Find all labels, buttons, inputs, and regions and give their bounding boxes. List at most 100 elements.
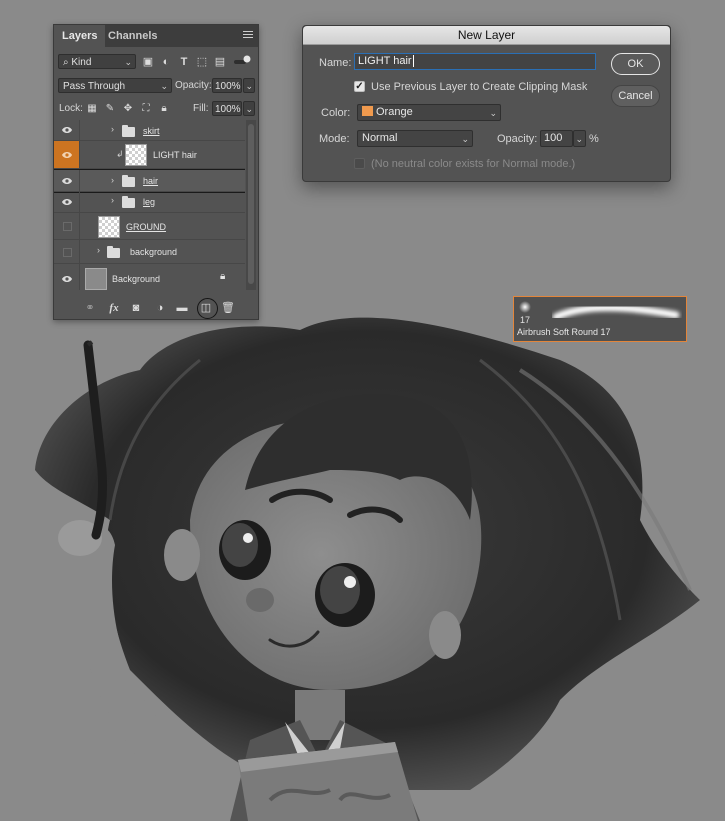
name-label: Name:: [319, 57, 352, 69]
chevron-down-icon: ⌄: [461, 134, 469, 144]
brush-preset-preview[interactable]: 17 Airbrush Soft Round 17: [513, 296, 687, 342]
chevron-right-icon[interactable]: ›: [111, 195, 114, 205]
layers-scrollbar[interactable]: [246, 120, 256, 290]
shape-filter-icon[interactable]: ⬚: [195, 55, 209, 69]
tab-layers[interactable]: Layers: [54, 25, 106, 47]
layers-list: › skirt ↲ LIGHT hair › hair › leg GROUND…: [54, 120, 245, 290]
visibility-toggle[interactable]: [54, 192, 80, 212]
panel-menu-icon[interactable]: [243, 31, 253, 39]
tab-channels[interactable]: Channels: [100, 25, 166, 47]
layer-row-skirt[interactable]: › skirt: [54, 120, 245, 141]
brush-name: Airbrush Soft Round 17: [517, 327, 611, 337]
layer-name-input[interactable]: LIGHT hair: [354, 53, 596, 70]
opacity-input[interactable]: 100: [540, 130, 573, 147]
clipping-mask-label: Use Previous Layer to Create Clipping Ma…: [371, 81, 588, 93]
lock-all-icon[interactable]: 🔒︎: [157, 102, 171, 116]
adjustment-filter-icon[interactable]: ◐: [159, 55, 173, 69]
chevron-right-icon[interactable]: ›: [111, 124, 114, 134]
visibility-toggle[interactable]: [54, 264, 80, 290]
visibility-toggle[interactable]: [54, 170, 80, 191]
pixel-filter-icon[interactable]: ▣: [141, 55, 155, 69]
eye-icon: [62, 276, 72, 282]
opacity-dropdown-button[interactable]: ⌄: [573, 130, 586, 147]
chevron-right-icon[interactable]: ›: [97, 245, 100, 255]
layer-name: leg: [143, 197, 156, 207]
lock-icon: 🔒︎: [220, 271, 226, 282]
ok-button[interactable]: OK: [611, 53, 660, 75]
color-value: Orange: [376, 106, 413, 118]
layer-row-background[interactable]: Background 🔒︎: [54, 264, 245, 290]
new-group-folder-icon[interactable]: ▬: [175, 301, 189, 315]
cancel-button[interactable]: Cancel: [611, 85, 660, 107]
layers-panel-footer: ⚭ fx ◙ ◑ ▬ ◫ 🗑︎: [54, 297, 258, 319]
lock-artboard-icon[interactable]: ⛶: [139, 102, 153, 116]
neutral-color-checkbox[interactable]: [354, 158, 365, 169]
search-icon: ⌕: [63, 57, 69, 68]
folder-icon: [122, 175, 135, 187]
blend-mode-select[interactable]: Pass Through ⌄: [58, 78, 172, 93]
visibility-toggle[interactable]: [54, 213, 80, 239]
new-layer-dialog: New Layer Name: LIGHT hair ✓ Use Previou…: [302, 25, 671, 182]
eye-icon: [62, 199, 72, 205]
folder-icon: [107, 246, 120, 258]
chevron-down-icon: ⌄: [575, 134, 583, 144]
filter-kind-select[interactable]: ⌕ Kind ⌄: [58, 54, 136, 69]
scrollbar-thumb[interactable]: [248, 124, 254, 284]
layer-name: skirt: [143, 126, 160, 136]
add-mask-icon[interactable]: ◙: [129, 301, 143, 315]
lock-label: Lock:: [59, 103, 83, 114]
layer-style-fx-icon[interactable]: fx: [107, 301, 121, 315]
fill-input[interactable]: 100%: [212, 101, 242, 116]
chevron-down-icon: ⌄: [160, 81, 168, 91]
clipping-mask-checkbox[interactable]: ✓: [354, 81, 365, 92]
mode-select[interactable]: Normal ⌄: [357, 130, 473, 147]
folder-icon: [122, 196, 135, 208]
visibility-toggle[interactable]: [54, 240, 80, 263]
fill-label: Fill:: [193, 103, 209, 114]
trash-icon[interactable]: 🗑︎: [221, 301, 235, 315]
layer-name: LIGHT hair: [153, 150, 197, 160]
panel-tab-bar: Layers Channels: [54, 25, 258, 47]
color-select[interactable]: Orange ⌄: [357, 104, 501, 121]
visibility-toggle[interactable]: [54, 120, 80, 140]
layer-thumbnail: [85, 268, 107, 290]
layer-name: Background: [112, 274, 161, 284]
mode-value: Normal: [362, 132, 398, 144]
layer-row-hair[interactable]: › hair: [54, 169, 245, 193]
chevron-down-icon: ⌄: [124, 57, 132, 67]
chevron-right-icon[interactable]: ›: [111, 175, 114, 185]
layer-thumbnail: [98, 216, 120, 238]
layer-row-background-group[interactable]: › background: [54, 240, 245, 264]
brush-size: 17: [520, 315, 531, 325]
lock-transparent-icon[interactable]: ▦: [85, 102, 99, 116]
neutral-color-label: (No neutral color exists for Normal mode…: [371, 158, 576, 170]
lock-paint-brush-icon[interactable]: ✎: [103, 102, 117, 116]
opacity-input[interactable]: 100%: [212, 78, 242, 93]
layers-panel: Layers Channels ⌕ Kind ⌄ ▣ ◐ T ⬚ ▤ Pass …: [53, 24, 259, 320]
visibility-toggle[interactable]: [54, 141, 80, 168]
lock-position-move-icon[interactable]: ✥: [121, 102, 135, 116]
eye-icon: [62, 127, 72, 133]
opacity-unit: %: [589, 133, 599, 145]
opacity-label: Opacity:: [497, 133, 538, 145]
hidden-visibility-icon: [63, 222, 72, 231]
type-filter-icon[interactable]: T: [177, 55, 191, 69]
link-layers-icon[interactable]: ⚭: [83, 301, 97, 315]
fill-dropdown-button[interactable]: ⌄: [243, 101, 255, 116]
filter-toggle-icon[interactable]: [232, 55, 252, 69]
chevron-down-icon: ⌄: [245, 81, 253, 91]
layer-row-leg[interactable]: › leg: [54, 192, 245, 213]
brush-tip-icon: [519, 301, 531, 313]
brush-stroke-preview: [552, 304, 680, 321]
layer-row-light-hair[interactable]: ↲ LIGHT hair: [54, 141, 245, 169]
opacity-label: Opacity:: [175, 80, 212, 91]
eye-icon: [62, 177, 72, 184]
smart-object-filter-icon[interactable]: ▤: [213, 55, 227, 69]
layer-row-ground[interactable]: GROUND: [54, 213, 245, 240]
orange-color-swatch: [362, 106, 373, 116]
new-adjustment-layer-icon[interactable]: ◑: [153, 301, 167, 315]
opacity-dropdown-button[interactable]: ⌄: [243, 78, 255, 93]
color-label: Color:: [321, 107, 351, 119]
folder-icon: [122, 125, 135, 137]
layer-name: GROUND: [126, 222, 166, 232]
